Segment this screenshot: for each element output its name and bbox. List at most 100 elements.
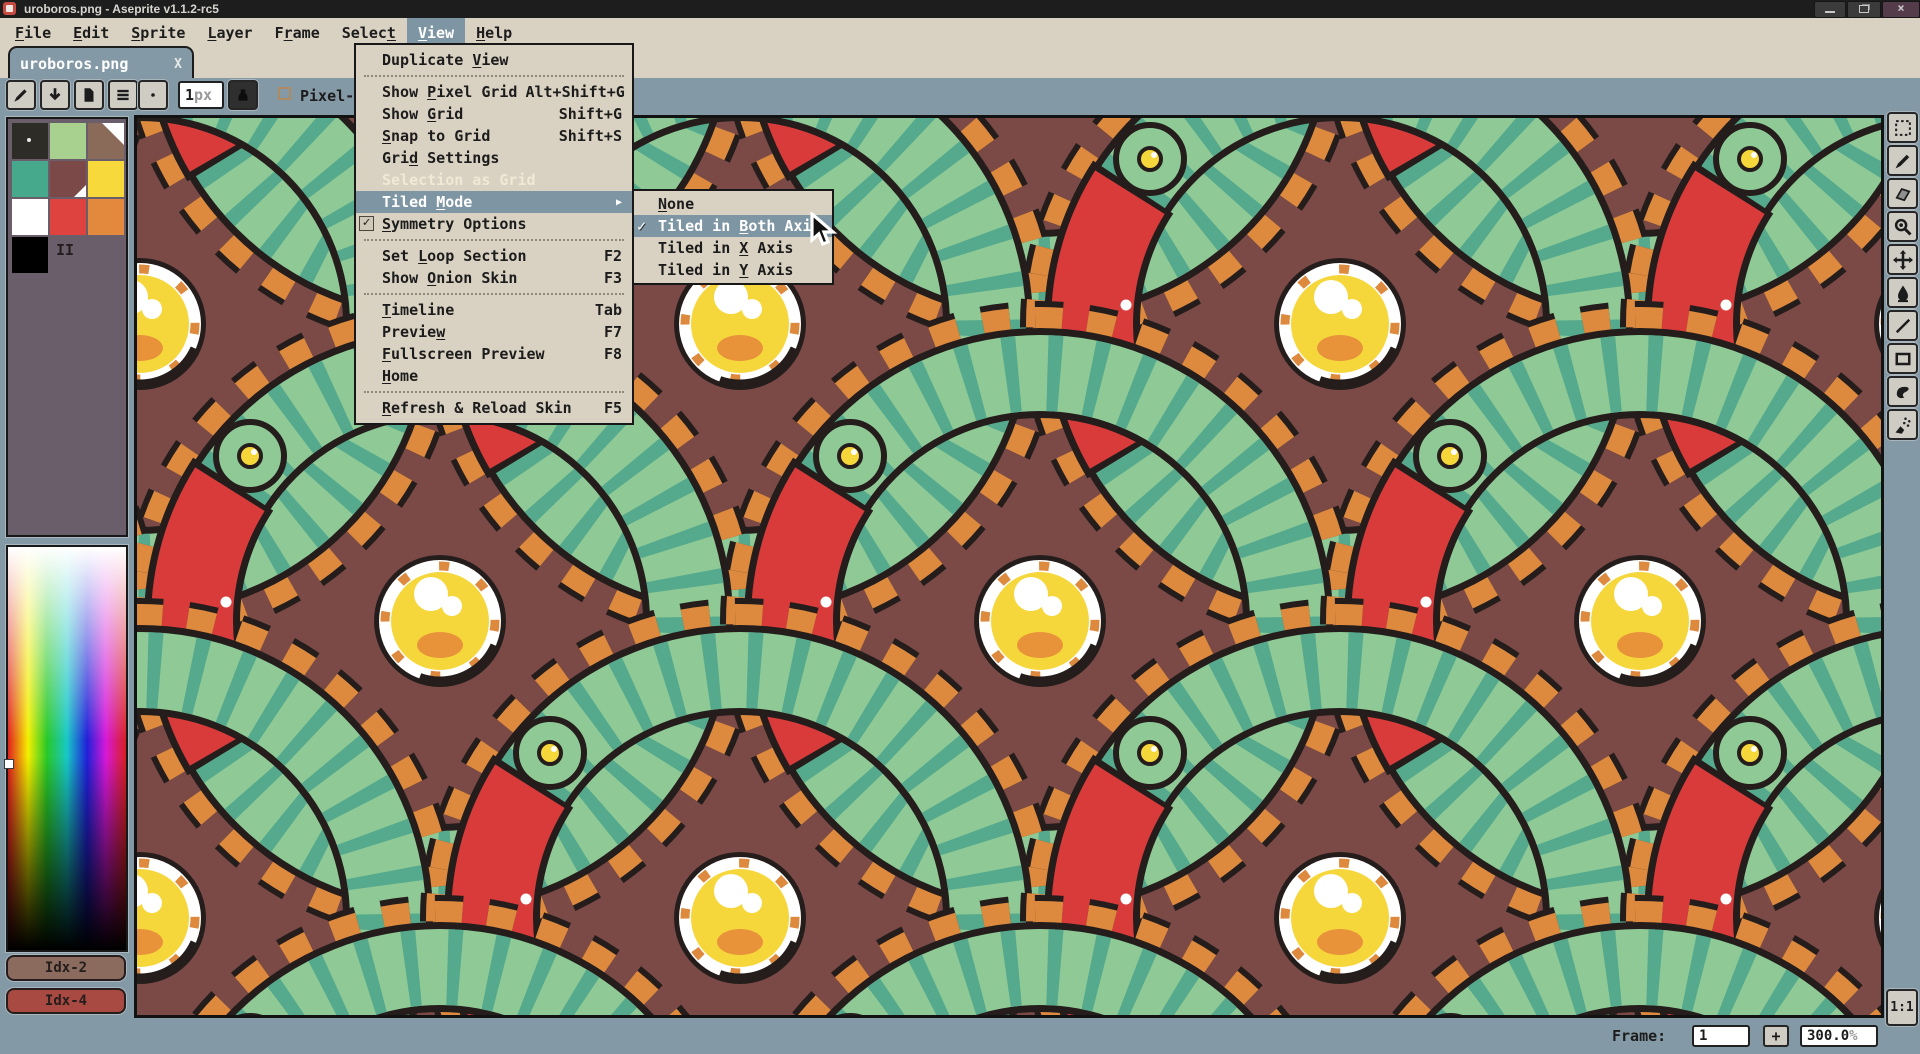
tool-spray[interactable] [1887, 409, 1918, 440]
menu-item-show-pixel-grid[interactable]: Show Pixel GridAlt+Shift+G [356, 81, 632, 103]
aseprite-logo-icon [3, 2, 16, 15]
menu-item-timeline[interactable]: TimelineTab [356, 299, 632, 321]
palette-swatch[interactable] [88, 123, 124, 159]
selected-color-dot [27, 138, 31, 142]
menu-separator [364, 239, 624, 241]
marquee-icon [1893, 118, 1913, 138]
brush-dot-icon [144, 86, 162, 104]
menu-item-refresh-reload-skin[interactable]: Refresh & Reload SkinF5 [356, 397, 632, 419]
paint-drop-icon [1893, 283, 1913, 303]
palette-swatch[interactable] [88, 161, 124, 197]
color-spectrum-picker[interactable] [6, 545, 128, 952]
tab-close-icon[interactable]: X [174, 57, 182, 72]
palette-swatch[interactable] [12, 199, 48, 235]
menu-item-tiled-mode[interactable]: Tiled Mode▶ [356, 191, 632, 213]
palette-swatch[interactable] [50, 199, 86, 235]
palette-swatch[interactable] [50, 123, 86, 159]
menu-item-selection-as-grid: Selection as Grid [356, 169, 632, 191]
pixel-perfect-checkbox[interactable] [278, 87, 291, 100]
download-button[interactable] [40, 80, 70, 110]
tab-uroboros[interactable]: uroboros.png X [8, 46, 194, 80]
ink-type-button[interactable] [228, 80, 258, 110]
palette-panel: II [6, 117, 128, 537]
tool-eraser[interactable] [1887, 178, 1918, 209]
frame-number-input[interactable]: 1 [1692, 1025, 1750, 1047]
menu-sprite[interactable]: Sprite [120, 18, 196, 48]
restore-button[interactable] [1847, 1, 1881, 18]
menu-layer[interactable]: Layer [196, 18, 263, 48]
submenu-item-tiled-x-axis[interactable]: Tiled in X Axis [634, 237, 832, 259]
down-arrow-icon [46, 86, 64, 104]
rectangle-icon [1893, 349, 1913, 369]
brush-preview-button[interactable] [138, 80, 168, 110]
submenu-item-tiled-y-axis[interactable]: Tiled in Y Axis [634, 259, 832, 281]
status-bar: Frame: 1 + 300.0% [0, 1018, 1920, 1054]
palette-swatch[interactable] [88, 199, 124, 235]
menu-item-fullscreen-preview[interactable]: Fullscreen PreviewF8 [356, 343, 632, 365]
mouse-cursor [808, 212, 838, 252]
zoom-ratio-button[interactable]: 1:1 [1886, 989, 1918, 1026]
menu-item-home[interactable]: Home [356, 365, 632, 387]
menu-options-button[interactable] [108, 80, 138, 110]
tool-pencil[interactable] [1887, 145, 1918, 176]
tab-title: uroboros.png [20, 55, 174, 73]
new-file-button[interactable] [74, 80, 104, 110]
pencil-icon [1893, 151, 1913, 171]
menu-item-grid-settings[interactable]: Grid Settings [356, 147, 632, 169]
menu-frame[interactable]: Frame [264, 18, 331, 48]
menu-item-duplicate-view[interactable]: Duplicate View [356, 49, 632, 71]
menu-item-show-onion-skin[interactable]: Show Onion SkinF3 [356, 267, 632, 289]
minimize-icon [1825, 11, 1835, 13]
menu-item-snap-to-grid[interactable]: Snap to GridShift+S [356, 125, 632, 147]
window-title: uroboros.png - Aseprite v1.1.2-rc5 [24, 0, 219, 18]
palette-swatch[interactable] [12, 161, 48, 197]
tool-contour[interactable] [1887, 376, 1918, 407]
menu-item-preview[interactable]: PreviewF7 [356, 321, 632, 343]
add-frame-button[interactable]: + [1763, 1025, 1789, 1047]
tool-move[interactable] [1887, 244, 1918, 275]
foreground-color-button[interactable]: Idx-2 [6, 955, 126, 981]
tool-line[interactable] [1887, 310, 1918, 341]
palette-swatch[interactable] [50, 161, 86, 197]
checkmark-icon: ✓ [637, 217, 646, 235]
spectrum-marker[interactable] [4, 759, 14, 769]
submenu-item-none[interactable]: None [634, 193, 832, 215]
hamburger-icon [114, 86, 132, 104]
spray-icon [1893, 415, 1913, 435]
pencil-icon [12, 86, 30, 104]
minimize-button[interactable] [1814, 1, 1846, 18]
checkbox-checked-icon: ✓ [359, 216, 374, 231]
corner-mark [74, 185, 86, 197]
menu-edit[interactable]: Edit [62, 18, 120, 48]
menu-item-show-grid[interactable]: Show GridShift+G [356, 103, 632, 125]
zoom-level-input[interactable]: 300.0% [1800, 1025, 1878, 1047]
brush-size-input[interactable]: 1px [178, 81, 224, 109]
tool-eyedropper-zoom[interactable] [1887, 211, 1918, 242]
aseprite-window: uroboros.png - Aseprite v1.1.2-rc5 × Fil… [0, 0, 1920, 1054]
menu-separator [364, 293, 624, 295]
tool-paint-bucket[interactable] [1887, 277, 1918, 308]
palette-swatch[interactable] [12, 237, 48, 273]
tool-rectangular-marquee[interactable] [1887, 112, 1918, 143]
eraser-icon [1893, 184, 1913, 204]
tiled-mode-submenu: None ✓Tiled in Both Axis Tiled in X Axis… [632, 189, 834, 285]
corner-mark [102, 123, 124, 145]
ink-bottle-icon [234, 86, 252, 104]
palette-swatch[interactable] [12, 123, 48, 159]
background-color-button[interactable]: Idx-4 [6, 988, 126, 1014]
brush-tool-button[interactable] [6, 80, 36, 110]
arrow-cursor-icon [808, 212, 838, 248]
restore-icon [1859, 5, 1869, 13]
submenu-item-tiled-both-axis[interactable]: ✓Tiled in Both Axis [634, 215, 832, 237]
close-button[interactable]: × [1882, 1, 1920, 18]
context-toolbar: 1px Pixel-pe [0, 78, 1920, 115]
contour-blob-icon [1893, 382, 1913, 402]
magnifier-eyedropper-icon [1893, 217, 1913, 237]
menu-item-set-loop-section[interactable]: Set Loop SectionF2 [356, 245, 632, 267]
tool-rectangle[interactable] [1887, 343, 1918, 374]
window-titlebar: uroboros.png - Aseprite v1.1.2-rc5 × [0, 0, 1920, 18]
menu-file[interactable]: File [4, 18, 62, 48]
frame-label: Frame: [1612, 1018, 1666, 1054]
menu-item-symmetry-options[interactable]: ✓Symmetry Options [356, 213, 632, 235]
move-arrows-icon [1893, 250, 1913, 270]
